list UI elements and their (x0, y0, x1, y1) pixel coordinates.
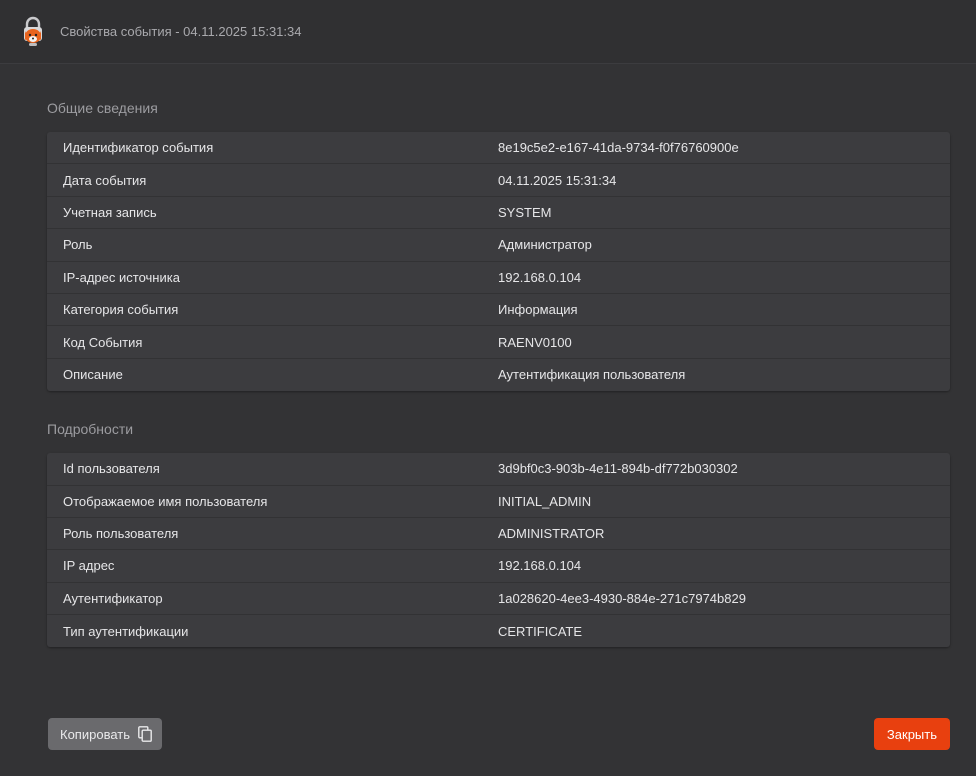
row-value: ADMINISTRATOR (498, 526, 605, 542)
copy-button-label: Копировать (60, 726, 130, 742)
row-value: 1a028620-4ee3-4930-884e-271c7974b829 (498, 590, 746, 606)
row-label: Id пользователя (63, 461, 160, 477)
row-label: Категория события (63, 302, 179, 318)
window-title: Свойства события - 04.11.2025 15:31:34 (60, 24, 302, 39)
row-label: Учетная запись (63, 204, 157, 220)
details-table: Id пользователя 3d9bf0c3-903b-4e11-894b-… (47, 453, 950, 648)
table-row: IP-адрес источника 192.168.0.104 (47, 262, 950, 294)
row-label: Аутентификатор (63, 590, 163, 606)
row-value: Информация (498, 302, 578, 318)
event-properties-window: Свойства события - 04.11.2025 15:31:34 О… (0, 0, 976, 776)
row-label: IP адрес (63, 558, 115, 574)
row-label: IP-адрес источника (63, 269, 180, 285)
table-row: Id пользователя 3d9bf0c3-903b-4e11-894b-… (47, 453, 950, 486)
copy-icon (138, 726, 152, 742)
title-bar: Свойства события - 04.11.2025 15:31:34 (0, 0, 976, 64)
copy-button[interactable]: Копировать (48, 718, 162, 750)
row-value: SYSTEM (498, 204, 552, 220)
row-value: 3d9bf0c3-903b-4e11-894b-df772b030302 (498, 461, 738, 477)
row-value: Администратор (498, 237, 592, 253)
table-row: Тип аутентификации CERTIFICATE (47, 615, 950, 647)
row-label: Дата события (63, 172, 147, 188)
table-row: Роль пользователя ADMINISTRATOR (47, 518, 950, 551)
row-value: 192.168.0.104 (498, 558, 582, 574)
table-row: Категория события Информация (47, 294, 950, 327)
table-row: Описание Аутентификация пользователя (47, 359, 950, 391)
row-label: Идентификатор события (63, 140, 214, 156)
row-value: Аутентификация пользователя (498, 367, 686, 383)
table-row: Аутентификатор 1a028620-4ee3-4930-884e-2… (47, 583, 950, 616)
table-row: Отображаемое имя пользователя INITIAL_AD… (47, 486, 950, 518)
row-label: Код События (63, 334, 143, 350)
row-value: 04.11.2025 15:31:34 (498, 172, 617, 188)
general-section-title: Общие сведения (47, 100, 158, 116)
table-row: Идентификатор события 8e19c5e2-e167-41da… (47, 132, 950, 165)
row-value: 8e19c5e2-e167-41da-9734-f0f76760900e (498, 140, 739, 156)
row-label: Роль пользователя (63, 526, 179, 542)
row-value: 192.168.0.104 (498, 269, 582, 285)
row-label: Тип аутентификации (63, 623, 189, 639)
close-button[interactable]: Закрыть (873, 718, 950, 750)
row-label: Отображаемое имя пользователя (63, 493, 268, 509)
table-row: Роль Администратор (47, 229, 950, 262)
table-row: Учетная запись SYSTEM (47, 197, 950, 230)
row-value: CERTIFICATE (498, 623, 583, 639)
row-value: INITIAL_ADMIN (498, 493, 592, 509)
row-value: RAENV0100 (498, 334, 572, 350)
general-table: Идентификатор события 8e19c5e2-e167-41da… (47, 132, 950, 392)
details-section-title: Подробности (47, 421, 134, 438)
content-area: Общие сведения Идентификатор события 8e1… (0, 64, 976, 648)
row-label: Описание (63, 367, 123, 383)
dialog-footer: Копировать Закрыть (48, 718, 950, 750)
table-row: Дата события 04.11.2025 15:31:34 (47, 164, 950, 197)
row-label: Роль (63, 237, 93, 253)
lock-fox-logo-icon (18, 15, 48, 49)
table-row: Код События RAENV0100 (47, 326, 950, 359)
table-row: IP адрес 192.168.0.104 (47, 550, 950, 583)
